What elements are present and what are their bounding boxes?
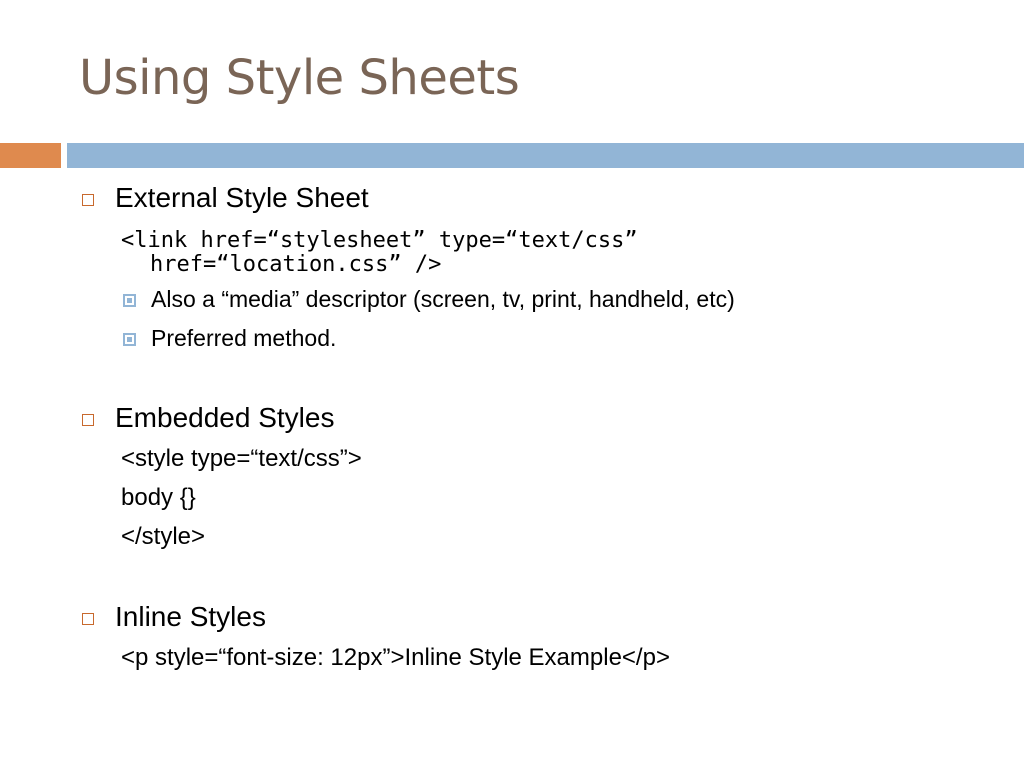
sub-bullet-text: Preferred method. [151,325,337,351]
text-line: </style> [121,523,206,550]
sub-bullet-icon [123,333,136,346]
sub-bullet-text: Also a “media” descriptor (screen, tv, p… [151,286,735,312]
slide-content: External Style Sheet <link href=“stylesh… [0,0,1024,768]
sub-bullet-icon [123,294,136,307]
code-line: <link href=“stylesheet” type=“text/css” [121,228,638,253]
code-line: href=“location.css” /> [150,252,442,277]
text-line: body {} [121,484,196,511]
section-heading-inline: Inline Styles [115,601,266,632]
bullet-square-icon [82,414,94,426]
text-line: <p style=“font-size: 12px”>Inline Style … [121,644,670,671]
text-line: <style type=“text/css”> [121,445,362,472]
section-heading-external: External Style Sheet [115,182,369,213]
bullet-square-icon [82,194,94,206]
bullet-square-icon [82,613,94,625]
section-heading-embedded: Embedded Styles [115,402,335,433]
